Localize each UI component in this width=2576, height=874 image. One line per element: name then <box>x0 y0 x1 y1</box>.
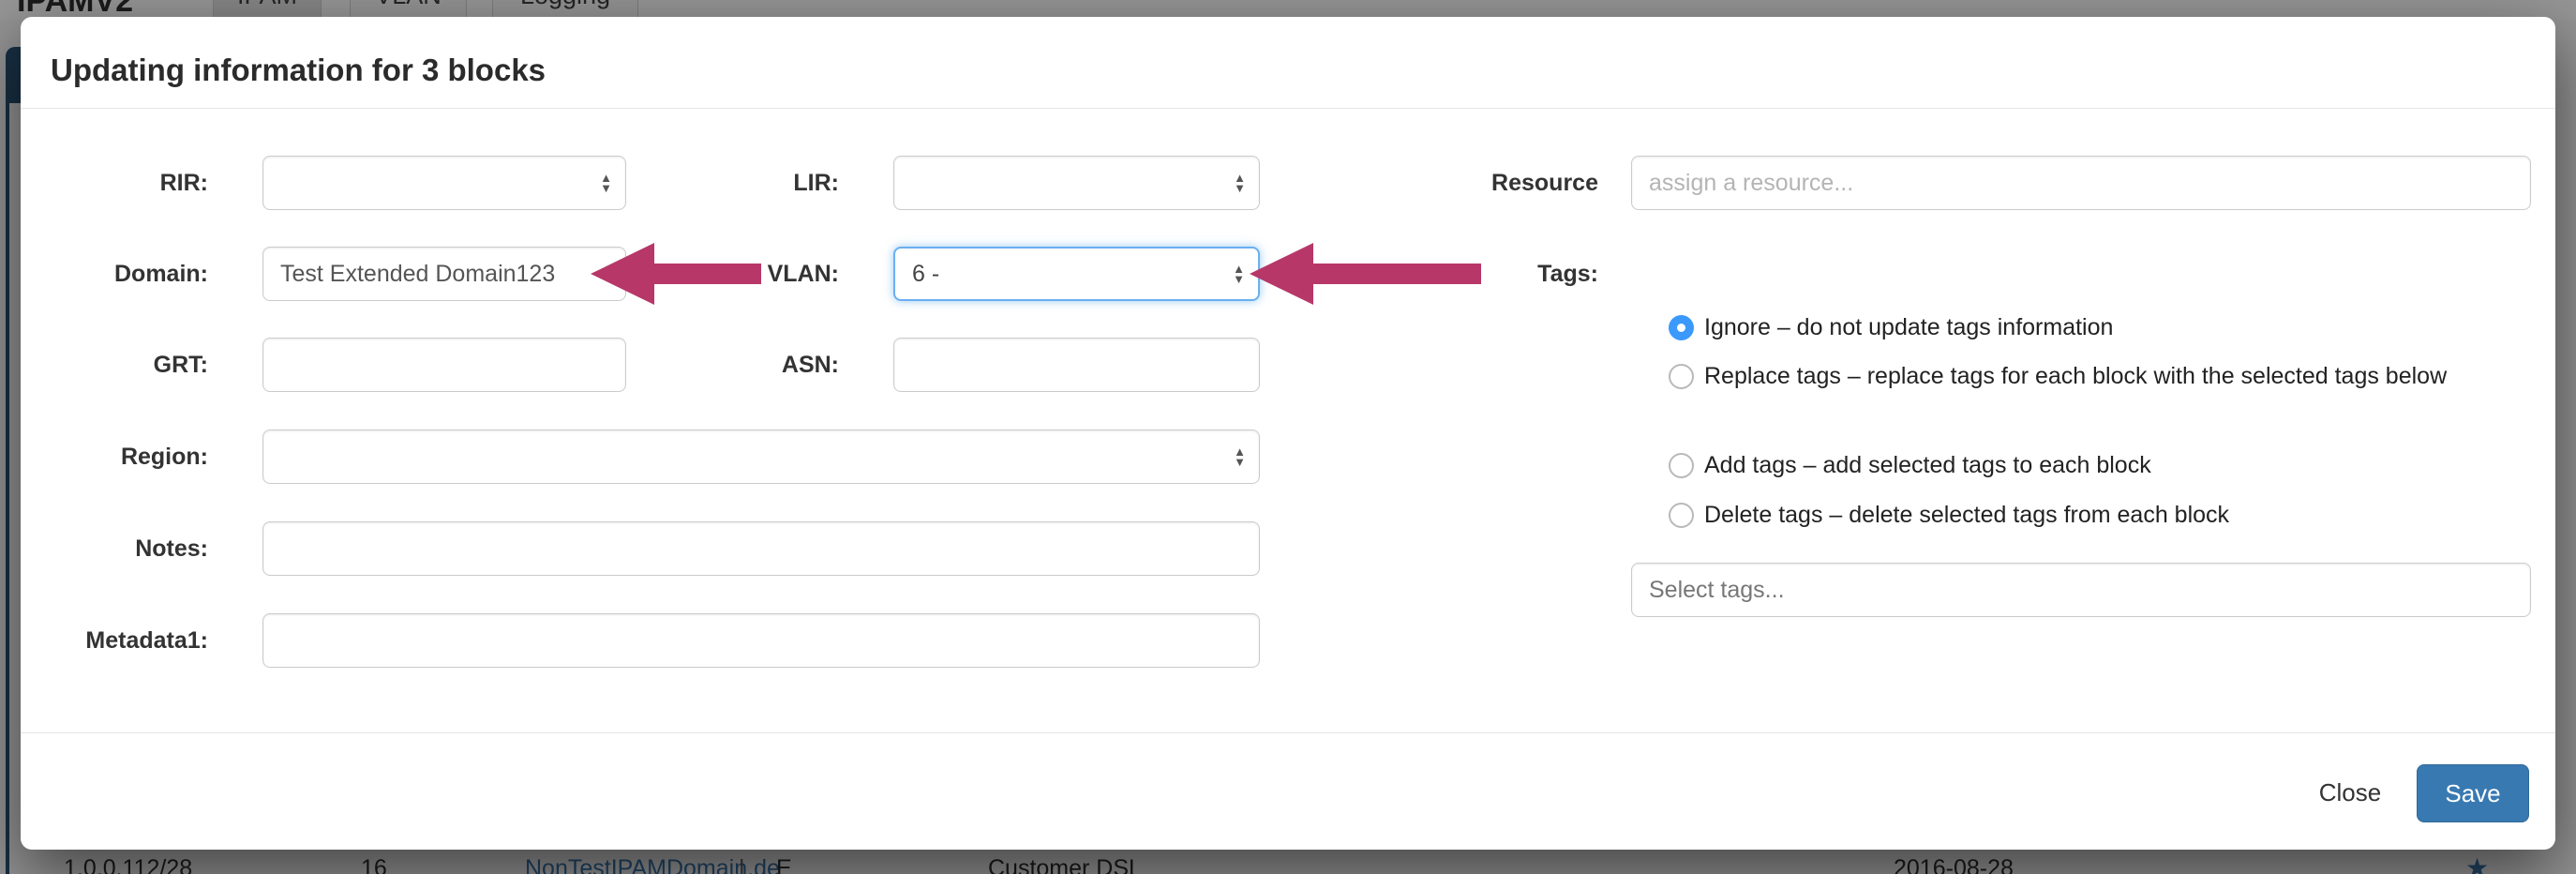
metadata1-input[interactable] <box>262 613 1260 668</box>
lir-label: LIR: <box>661 156 839 210</box>
caret-down-icon: ▼ <box>600 183 612 193</box>
metadata1-label: Metadata1: <box>49 613 208 668</box>
arrow-head <box>591 243 654 305</box>
rir-label: RIR: <box>49 156 208 210</box>
asn-input[interactable] <box>893 338 1260 392</box>
caret-down-icon: ▼ <box>1234 183 1246 193</box>
radio-icon[interactable] <box>1669 364 1694 389</box>
lir-select[interactable]: ▲ ▼ <box>893 156 1260 210</box>
update-blocks-modal: Updating information for 3 blocks RIR: ▲… <box>21 17 2555 850</box>
modal-title-count: 3 <box>422 53 439 87</box>
modal-title-suffix: blocks <box>439 53 546 87</box>
select-caret-icon: ▲ ▼ <box>600 173 612 193</box>
resource-input[interactable] <box>1631 156 2531 210</box>
footer-divider <box>21 732 2555 733</box>
notes-input[interactable] <box>262 521 1260 576</box>
radio-icon[interactable] <box>1669 503 1694 528</box>
radio-selected-icon[interactable] <box>1669 315 1694 340</box>
tag-option-label: Add tags – add selected tags to each blo… <box>1704 446 2151 484</box>
screen: IPAMV2 IPAM VLAN Logging 1.0.0.112/28 16… <box>0 0 2576 874</box>
caret-down-icon: ▼ <box>1233 274 1245 284</box>
vlan-select[interactable]: 6 - ▲ ▼ <box>893 247 1260 301</box>
vlan-select-value: 6 - <box>912 261 939 288</box>
grt-input[interactable] <box>262 338 626 392</box>
tag-option-add[interactable]: Add tags – add selected tags to each blo… <box>1669 446 2151 484</box>
select-tags-input[interactable] <box>1631 563 2531 617</box>
resource-label: Resource <box>1411 156 1598 210</box>
select-caret-icon: ▲ ▼ <box>1234 446 1246 467</box>
caret-down-icon: ▼ <box>1234 457 1246 467</box>
save-button[interactable]: Save <box>2417 764 2529 822</box>
arrow-head <box>1250 243 1313 305</box>
header-divider <box>21 108 2555 109</box>
tag-option-replace[interactable]: Replace tags – replace tags for each blo… <box>1669 357 2447 395</box>
domain-label: Domain: <box>49 247 208 301</box>
tag-option-label: Ignore – do not update tags information <box>1704 309 2113 346</box>
modal-title-prefix: Updating information for <box>51 53 422 87</box>
tag-option-delete[interactable]: Delete tags – delete selected tags from … <box>1669 496 2229 534</box>
select-caret-icon: ▲ ▼ <box>1233 264 1245 284</box>
notes-label: Notes: <box>49 521 208 576</box>
tag-option-ignore[interactable]: Ignore – do not update tags information <box>1669 309 2113 346</box>
domain-input[interactable] <box>262 247 626 301</box>
region-label: Region: <box>49 429 208 484</box>
region-select[interactable]: ▲ ▼ <box>262 429 1260 484</box>
select-caret-icon: ▲ ▼ <box>1234 173 1246 193</box>
grt-label: GRT: <box>49 338 208 392</box>
modal-title: Updating information for 3 blocks <box>51 53 546 88</box>
arrow-shaft <box>1311 264 1481 284</box>
arrow-shaft <box>652 264 761 284</box>
tag-option-label: Delete tags – delete selected tags from … <box>1704 496 2229 534</box>
tag-option-label: Replace tags – replace tags for each blo… <box>1704 357 2447 395</box>
asn-label: ASN: <box>661 338 839 392</box>
radio-icon[interactable] <box>1669 453 1694 478</box>
rir-select[interactable]: ▲ ▼ <box>262 156 626 210</box>
close-button[interactable]: Close <box>2299 764 2402 821</box>
